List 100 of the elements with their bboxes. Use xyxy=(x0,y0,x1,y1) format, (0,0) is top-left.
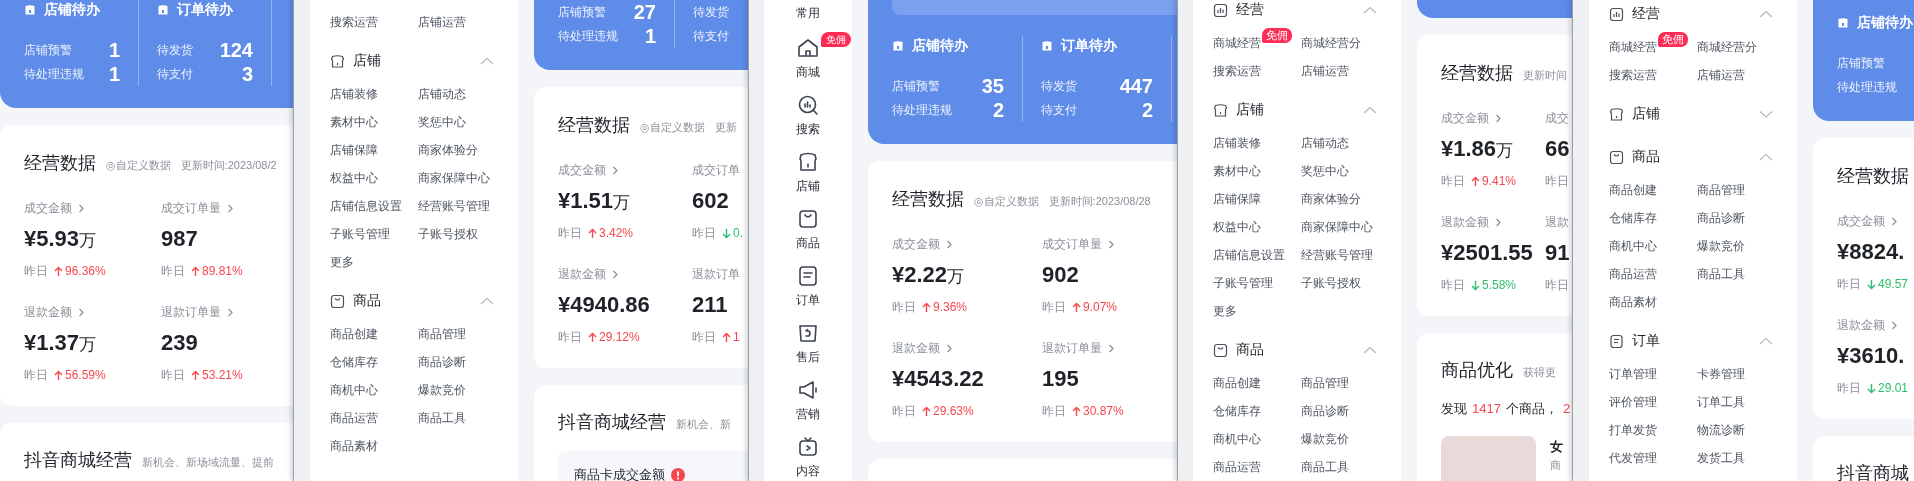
menu-item[interactable]: 店铺装修 xyxy=(1213,136,1261,150)
menu-item[interactable]: 订单工具 xyxy=(1697,395,1745,409)
nav-item[interactable]: 搜索 xyxy=(796,87,820,144)
menu-item[interactable]: 商家保障中心 xyxy=(1301,220,1373,234)
menu-item[interactable]: 素材中心 xyxy=(330,115,378,129)
menu-item[interactable]: 商品诊断 xyxy=(418,355,466,369)
menu-item[interactable]: 商品运营 xyxy=(330,411,378,425)
menu-item[interactable]: 奖惩中心 xyxy=(1301,164,1349,178)
menu-section-header[interactable]: 商品 xyxy=(1193,332,1401,368)
custom-data-link[interactable]: ◎自定义数据 xyxy=(640,120,705,135)
metric-label[interactable]: 成交 xyxy=(1545,109,1569,127)
menu-item[interactable]: 打单发货 xyxy=(1609,423,1657,437)
menu-section-header[interactable]: 经营 xyxy=(1589,0,1797,32)
menu-item[interactable]: 商机中心 xyxy=(1609,239,1657,253)
menu-item[interactable]: 权益中心 xyxy=(1213,220,1261,234)
menu-item[interactable]: 仓储库存 xyxy=(1213,404,1261,418)
menu-item[interactable]: 商品运营 xyxy=(1609,267,1657,281)
menu-item[interactable]: 商品创建 xyxy=(1213,376,1261,390)
menu-item[interactable]: 订单管理 xyxy=(1609,367,1657,381)
menu-item[interactable]: 子账号授权 xyxy=(418,227,478,241)
menu-item[interactable]: 店铺动态 xyxy=(418,87,466,101)
menu-item[interactable]: 搜索运营 xyxy=(1609,68,1657,82)
metric-label[interactable]: 退款 xyxy=(1545,213,1569,231)
menu-section-header[interactable]: 经营 xyxy=(1193,0,1401,28)
nav-item[interactable]: 店铺 xyxy=(796,144,820,201)
menu-item[interactable]: 商品工具 xyxy=(1697,267,1745,281)
product-name: 女 xyxy=(1550,438,1563,456)
metric-tile[interactable]: 商品卡成交金额 xyxy=(558,451,748,481)
menu-item[interactable]: 商城经营 xyxy=(1213,36,1261,50)
menu-section-header[interactable]: 店铺 xyxy=(1589,96,1797,132)
menu-item[interactable]: 商城经营 xyxy=(1609,40,1657,54)
menu-item[interactable]: 商城经营分 xyxy=(1301,36,1361,50)
menu-item[interactable]: 子账号管理 xyxy=(330,227,390,241)
menu-item[interactable]: 发货工具 xyxy=(1697,451,1745,465)
menu-item[interactable]: 商家保障中心 xyxy=(418,171,490,185)
nav-item[interactable]: 内容 xyxy=(796,429,820,481)
menu-section-header[interactable]: 商品 xyxy=(310,283,518,319)
menu-item[interactable]: 搜索运营 xyxy=(330,15,378,29)
metric-label[interactable]: 退款订单量 xyxy=(1042,339,1102,357)
custom-data-link[interactable]: ◎自定义数据 xyxy=(974,194,1039,209)
menu-item[interactable]: 商品工具 xyxy=(418,411,466,425)
nav-item[interactable]: 订单 xyxy=(796,258,820,315)
menu-item[interactable]: 爆款竞价 xyxy=(418,383,466,397)
menu-section-header[interactable]: 店铺 xyxy=(1193,92,1401,128)
menu-item[interactable]: 物流诊断 xyxy=(1697,423,1745,437)
menu-item[interactable]: 商品创建 xyxy=(330,327,378,341)
menu-item[interactable]: 商家体验分 xyxy=(1301,192,1361,206)
menu-item[interactable]: 店铺运营 xyxy=(1697,68,1745,82)
menu-item[interactable]: 仓储库存 xyxy=(330,355,378,369)
menu-item[interactable]: 商家体验分 xyxy=(418,143,478,157)
menu-item[interactable]: 搜索运营 xyxy=(1213,64,1261,78)
menu-item[interactable]: 店铺装修 xyxy=(330,87,378,101)
nav-item[interactable]: 商城 xyxy=(796,30,820,87)
menu-item[interactable]: 商品工具 xyxy=(1301,460,1349,474)
menu-item[interactable]: 经营账号管理 xyxy=(1301,248,1373,262)
menu-item[interactable]: 商品管理 xyxy=(1301,376,1349,390)
menu-item[interactable]: 店铺信息设置 xyxy=(330,199,402,213)
menu-item[interactable]: 店铺保障 xyxy=(330,143,378,157)
metric-label[interactable]: 退款订单量 xyxy=(161,303,221,321)
menu-section-header[interactable]: 店铺 xyxy=(310,43,518,79)
menu-item[interactable]: 评价管理 xyxy=(1609,395,1657,409)
menu-item[interactable]: 仓储库存 xyxy=(1609,211,1657,225)
nav-item[interactable]: 营销 xyxy=(796,372,820,429)
nav-item[interactable]: 商品 xyxy=(796,201,820,258)
metric-label[interactable]: 退款订单 xyxy=(692,265,740,283)
menu-section-header[interactable]: 商品 xyxy=(1589,139,1797,175)
menu-item[interactable]: 经营账号管理 xyxy=(418,199,490,213)
badge: 免佣 xyxy=(821,32,851,47)
menu-item[interactable]: 子账号管理 xyxy=(1213,276,1273,290)
menu-item[interactable]: 店铺保障 xyxy=(1213,192,1261,206)
nav-item[interactable]: 售后 xyxy=(796,315,820,372)
menu-item[interactable]: 商品诊断 xyxy=(1697,211,1745,225)
menu-item[interactable]: 商品运营 xyxy=(1213,460,1261,474)
menu-item[interactable]: 爆款竞价 xyxy=(1301,432,1349,446)
menu-section-header[interactable]: 订单 xyxy=(1589,323,1797,359)
menu-item[interactable]: 素材中心 xyxy=(1213,164,1261,178)
menu-item[interactable]: 权益中心 xyxy=(330,171,378,185)
menu-item[interactable]: 店铺信息设置 xyxy=(1213,248,1285,262)
metric-value: 195 xyxy=(1042,365,1079,393)
menu-item[interactable]: 商机中心 xyxy=(1213,432,1261,446)
menu-item[interactable]: 卡券管理 xyxy=(1697,367,1745,381)
menu-item[interactable]: 更多 xyxy=(330,255,354,269)
menu-item[interactable]: 商机中心 xyxy=(330,383,378,397)
nav-item[interactable]: 常用 xyxy=(796,0,820,30)
menu-item[interactable]: 商品创建 xyxy=(1609,183,1657,197)
menu-item[interactable]: 商品管理 xyxy=(1697,183,1745,197)
menu-item[interactable]: 店铺运营 xyxy=(418,15,466,29)
menu-item[interactable]: 奖惩中心 xyxy=(418,115,466,129)
menu-item[interactable]: 商城经营分 xyxy=(1697,40,1757,54)
menu-item[interactable]: 商品素材 xyxy=(330,439,378,453)
menu-item[interactable]: 代发管理 xyxy=(1609,451,1657,465)
menu-item[interactable]: 商品素材 xyxy=(1609,295,1657,309)
menu-item[interactable]: 商品管理 xyxy=(418,327,466,341)
menu-item[interactable]: 店铺运营 xyxy=(1301,64,1349,78)
custom-data-link[interactable]: ◎自定义数据 xyxy=(106,158,171,173)
menu-item[interactable]: 爆款竞价 xyxy=(1697,239,1745,253)
menu-item[interactable]: 子账号授权 xyxy=(1301,276,1361,290)
menu-item[interactable]: 更多 xyxy=(1213,304,1237,318)
menu-item[interactable]: 商品诊断 xyxy=(1301,404,1349,418)
menu-item[interactable]: 店铺动态 xyxy=(1301,136,1349,150)
